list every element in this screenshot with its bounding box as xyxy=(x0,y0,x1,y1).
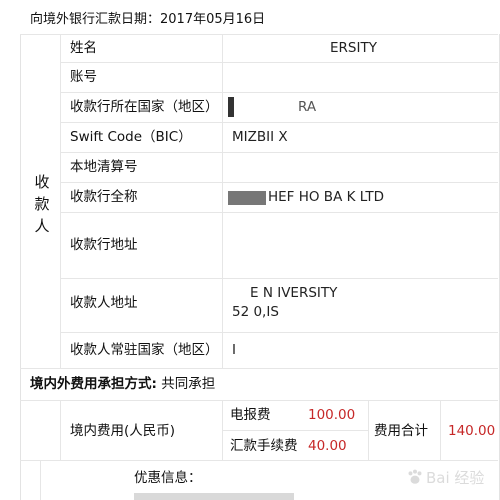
divider xyxy=(222,34,223,368)
side-char: 人 xyxy=(34,217,50,235)
remit-fee-label: 汇款手续费 xyxy=(230,438,298,454)
cropped-text xyxy=(134,493,294,500)
divider xyxy=(60,182,498,183)
side-char: 款 xyxy=(34,195,50,213)
field-label-account: 账号 xyxy=(70,69,97,85)
remit-fee-value: 40.00 xyxy=(308,438,347,454)
field-label-swift: Swift Code（BIC） xyxy=(70,129,192,145)
field-value-bank-country: RA xyxy=(298,99,317,115)
divider xyxy=(40,460,41,500)
fee-bearer-label-text: 境内外费用承担方式: xyxy=(30,376,157,392)
redaction-mask xyxy=(228,97,234,117)
field-label-recipient-country: 收款人常驻国家（地区） xyxy=(70,342,219,358)
divider xyxy=(60,152,498,153)
recipient-side-label: 收 款 人 xyxy=(24,168,60,240)
divider xyxy=(222,400,223,460)
divider xyxy=(60,122,498,123)
field-label-bank-country: 收款行所在国家（地区） xyxy=(70,99,219,115)
divider xyxy=(440,400,441,460)
redaction-mask xyxy=(228,191,266,205)
domestic-fee-label: 境内费用(人民币) xyxy=(70,423,176,439)
divider xyxy=(60,92,498,93)
divider xyxy=(222,430,368,431)
divider xyxy=(60,212,498,213)
divider xyxy=(20,368,498,369)
divider xyxy=(20,400,498,401)
baidu-paw-icon xyxy=(408,469,422,484)
divider xyxy=(368,400,369,460)
divider xyxy=(60,400,61,460)
field-label-name: 姓名 xyxy=(70,40,97,56)
fee-bearer-value: 共同承担 xyxy=(161,376,216,392)
field-value-swift: MIZBII X xyxy=(232,129,288,145)
fee-bearer-label: 境内外费用承担方式: 共同承担 xyxy=(30,374,215,394)
field-label-recipient-address: 收款人地址 xyxy=(70,295,138,311)
divider xyxy=(60,278,498,279)
field-value-recipient-address-line1: E N IVERSITY xyxy=(250,285,338,301)
field-label-bank-fullname: 收款行全称 xyxy=(70,189,138,205)
page-title: 向境外银行汇款日期：2017年05月16日 xyxy=(30,12,266,27)
field-value-recipient-address-line2: 52 0,IS xyxy=(232,304,279,320)
watermark-text: Bai 经验 xyxy=(426,468,485,487)
divider xyxy=(60,62,498,63)
total-fee-value: 140.00 xyxy=(448,423,496,439)
field-value-name: ERSITY xyxy=(330,40,377,56)
discount-label: 优惠信息： xyxy=(134,470,202,486)
side-char: 收 xyxy=(34,173,50,191)
divider xyxy=(20,460,498,461)
cable-fee-value: 100.00 xyxy=(308,407,356,423)
cable-fee-label: 电报费 xyxy=(230,407,271,423)
divider xyxy=(60,332,498,333)
field-value-recipient-country: I xyxy=(232,342,236,358)
watermark-logo: Bai 经验 xyxy=(406,464,492,490)
field-label-local-clearing: 本地清算号 xyxy=(70,159,138,175)
field-value-bank-fullname: HEF HO BA K LTD xyxy=(268,189,385,205)
total-fee-label: 费用合计 xyxy=(374,423,428,439)
divider xyxy=(60,34,61,368)
field-label-bank-address: 收款行地址 xyxy=(70,237,138,253)
divider xyxy=(20,34,498,35)
